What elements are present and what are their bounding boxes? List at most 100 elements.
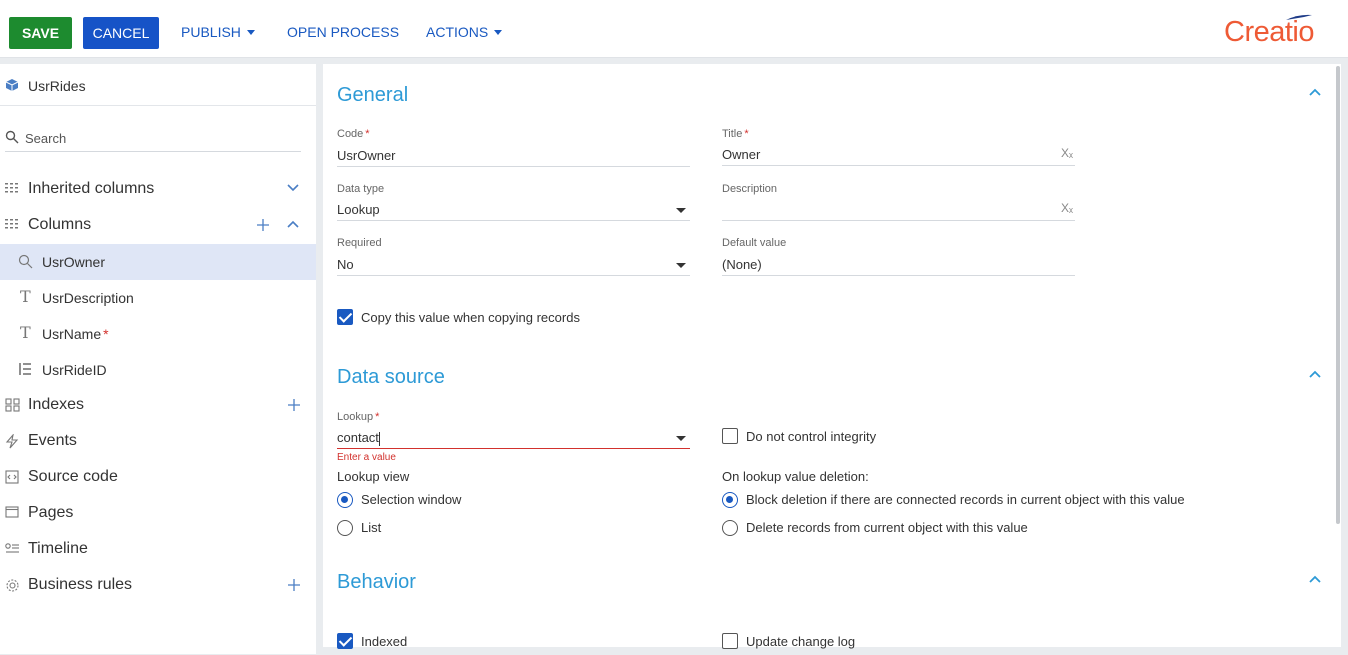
lookup-label: Lookup * [337,411,380,423]
add-column-icon[interactable] [256,218,270,232]
title-value: Owner [722,147,761,162]
column-name: UsrName * [42,326,109,342]
gear-icon [6,579,19,592]
data-type-value: Lookup [337,202,380,217]
open-process-link[interactable]: OPEN PROCESS [287,24,399,40]
radio-delete-records[interactable] [722,520,738,536]
section-title-behavior: Behavior [337,571,416,593]
sidebar-search [5,128,301,152]
chevron-down-icon [246,29,255,35]
top-toolbar: SAVE CANCEL PUBLISH OPEN PROCESS ACTIONS… [0,0,1348,58]
data-type-select[interactable]: Lookup [337,199,690,221]
required-marker: * [103,326,109,342]
column-name: UsrOwner [42,254,106,270]
section-title-general: General [337,84,409,106]
events-label: Events [28,432,77,449]
required-label: Required [337,237,382,249]
radio-selection-window[interactable] [337,492,353,508]
save-button[interactable]: SAVE [9,17,72,49]
page-icon [5,506,19,518]
dropdown-arrow-icon [676,263,686,268]
required-value: No [337,257,354,272]
chevron-up-icon[interactable] [1308,572,1322,586]
selection-window-label: Selection window [361,492,462,507]
lightning-icon [5,434,19,449]
publish-label: PUBLISH [181,24,241,40]
code-label: Code * [337,128,370,140]
description-field[interactable]: Xₓ [722,199,1075,221]
main-scrollbar[interactable] [1336,66,1340,524]
chevron-up-icon[interactable] [1308,85,1322,99]
indexed-checkbox[interactable] [337,633,353,649]
source-code-label: Source code [28,468,118,485]
delete-records-label: Delete records from current object with … [746,520,1028,535]
object-structure-sidebar: UsrRides Inherited columns Columns UsrOw… [0,64,316,654]
column-properties-panel: General Code * UsrOwner Title * Owner Xₓ Da… [323,64,1341,649]
title-label: Title * [722,128,749,140]
chevron-up-icon[interactable] [287,220,299,228]
on-deletion-label: On lookup value deletion: [722,469,869,484]
dropdown-arrow-icon [676,208,686,213]
sidebar-item-timeline[interactable]: Timeline [0,531,316,567]
actions-label: ACTIONS [426,24,489,40]
lookup-view-label: Lookup view [337,469,410,484]
sidebar-item-columns[interactable]: Columns [0,207,316,243]
column-item-usrowner[interactable]: UsrOwner [0,244,316,280]
sidebar-item-inherited-columns[interactable]: Inherited columns [0,171,316,207]
columns-label: Columns [28,216,92,233]
cancel-button[interactable]: CANCEL [83,17,159,49]
search-icon [5,130,19,144]
translate-icon[interactable]: Xₓ [1061,201,1073,215]
column-item-usrname[interactable]: T UsrName * [0,316,316,352]
indexes-label: Indexes [28,396,85,413]
object-name: UsrRides [28,78,86,94]
chevron-down-icon [494,29,503,35]
description-label: Description [722,183,778,195]
radio-block-deletion[interactable] [722,492,738,508]
column-name: UsrRideID [42,362,107,378]
sidebar-item-source-code[interactable]: Source code [0,459,316,495]
timeline-icon [5,543,19,553]
add-rule-icon[interactable] [287,578,301,592]
update-change-log-checkbox[interactable] [722,633,738,649]
radio-list[interactable] [337,520,353,536]
source-code-icon [5,470,19,484]
sidebar-item-business-rules[interactable]: Business rules [0,567,316,603]
default-value-field[interactable]: (None) [722,254,1075,276]
cube-icon [5,79,19,91]
chevron-down-icon[interactable] [287,184,299,192]
indexed-label: Indexed [361,634,408,649]
text-icon: T [20,323,31,342]
translate-icon[interactable]: Xₓ [1061,146,1073,160]
columns-icon [5,219,18,229]
section-title-data-source: Data source [337,366,445,388]
chevron-up-icon[interactable] [1308,367,1322,381]
text-icon: T [20,287,31,306]
add-index-icon[interactable] [287,398,301,412]
actions-menu[interactable]: ACTIONS [426,24,503,40]
column-name: UsrDescription [42,290,134,306]
publish-menu[interactable]: PUBLISH [181,24,255,40]
business-rules-label: Business rules [28,576,133,593]
column-item-usrrideid[interactable]: UsrRideID [0,352,316,388]
copy-value-label: Copy this value when copying records [361,310,580,325]
search-input[interactable] [25,128,295,148]
code-field[interactable]: UsrOwner [337,145,690,167]
list-label: List [361,520,382,535]
do-not-control-integrity-checkbox[interactable] [722,428,738,444]
column-item-usrdescription[interactable]: T UsrDescription [0,280,316,316]
number-list-icon [19,363,31,375]
required-select[interactable]: No [337,254,690,276]
sidebar-item-pages[interactable]: Pages [0,495,316,531]
text-cursor [378,431,380,446]
lookup-error-message: Enter a value [337,452,396,463]
copy-value-checkbox[interactable] [337,309,353,325]
indexes-icon [5,398,20,412]
dropdown-arrow-icon [676,436,686,441]
lookup-icon [18,254,33,269]
sidebar-item-events[interactable]: Events [0,423,316,459]
sidebar-item-indexes[interactable]: Indexes [0,387,316,423]
title-field[interactable]: Owner Xₓ [722,144,1075,166]
block-deletion-label: Block deletion if there are connected re… [746,492,1185,507]
lookup-select[interactable]: contact [337,427,690,449]
